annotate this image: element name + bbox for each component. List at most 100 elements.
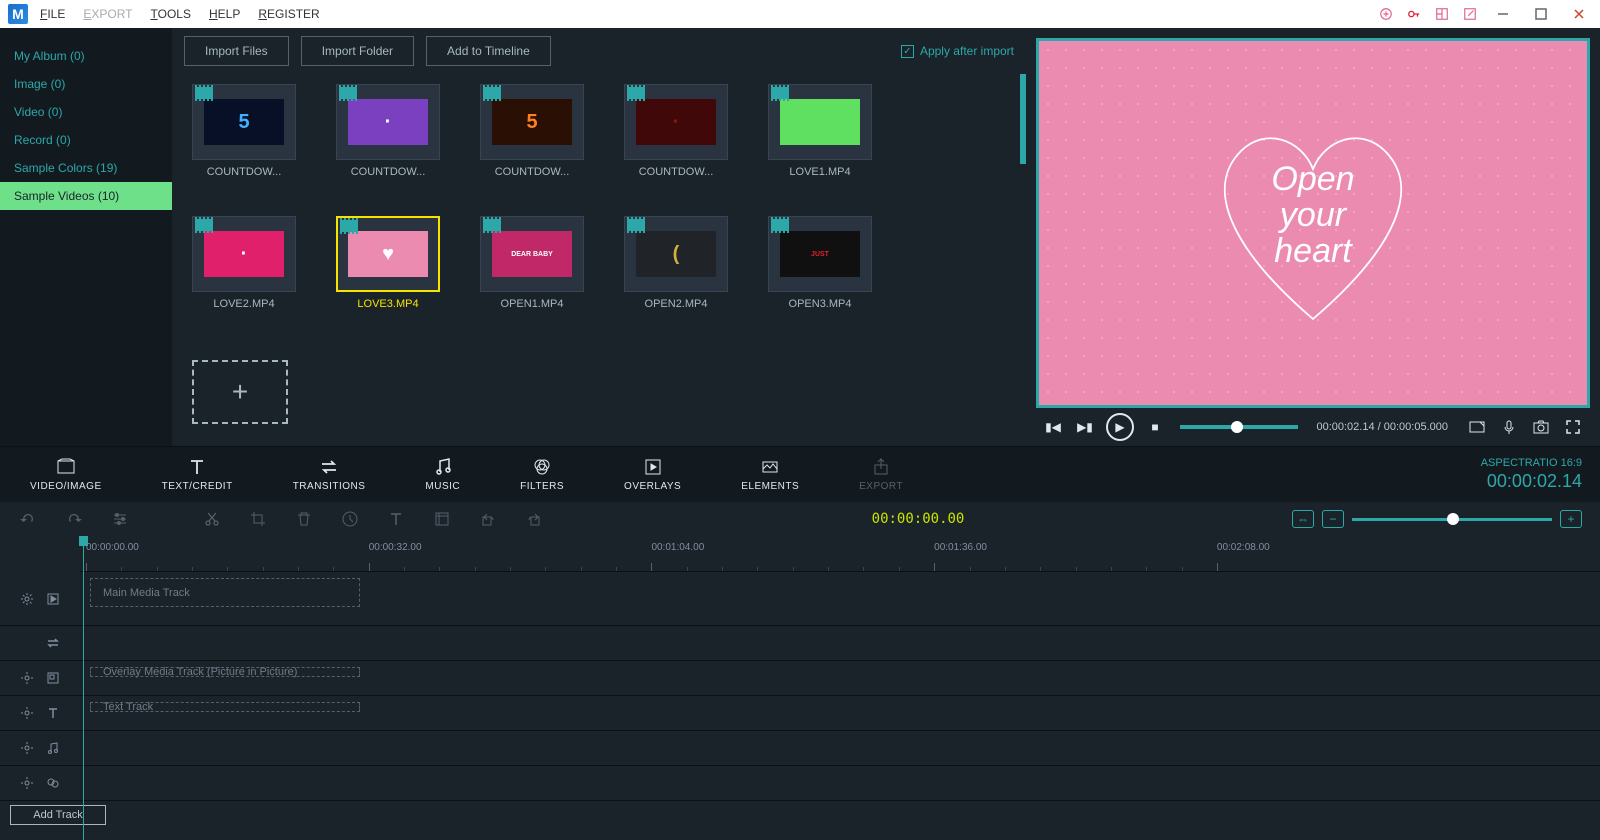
camera-icon[interactable] bbox=[1530, 416, 1552, 438]
eye-icon[interactable] bbox=[19, 740, 35, 756]
media-thumb[interactable]: ·COUNTDOW... bbox=[336, 84, 440, 178]
add-track-button[interactable]: Add Track bbox=[10, 805, 106, 825]
import-files-button[interactable]: Import Files bbox=[184, 36, 289, 66]
menu-register[interactable]: REGISTER bbox=[258, 7, 319, 21]
add-media-button[interactable]: + bbox=[192, 360, 288, 424]
media-thumb[interactable]: DEAR BABYOPEN1.MP4 bbox=[480, 216, 584, 310]
next-frame-button[interactable]: ▶▮ bbox=[1074, 416, 1096, 438]
media-thumb[interactable]: JUSTOPEN3.MP4 bbox=[768, 216, 872, 310]
apply-after-label: Apply after import bbox=[920, 44, 1014, 58]
eye-icon[interactable] bbox=[19, 775, 35, 791]
menu-tools[interactable]: TOOLS bbox=[151, 7, 191, 21]
minimize-button[interactable] bbox=[1490, 5, 1516, 23]
tab-music[interactable]: MUSIC bbox=[395, 447, 490, 503]
app-logo: M bbox=[8, 4, 28, 24]
delete-icon[interactable] bbox=[294, 509, 314, 529]
zoom-in-button[interactable]: + bbox=[1560, 510, 1582, 528]
track-type-icon bbox=[45, 670, 61, 686]
ruler-tick-label: 00:01:04.00 bbox=[651, 542, 704, 553]
film-icon bbox=[340, 220, 358, 232]
playhead[interactable] bbox=[83, 536, 84, 840]
eye-icon[interactable] bbox=[19, 705, 35, 721]
import-folder-button[interactable]: Import Folder bbox=[301, 36, 414, 66]
track-main[interactable]: Main Media Track bbox=[0, 572, 1600, 626]
rotate-right-icon[interactable] bbox=[524, 509, 544, 529]
tab-elements[interactable]: ELEMENTS bbox=[711, 447, 829, 503]
timeline-ruler[interactable]: 00:00:00.0000:00:32.0000:01:04.0000:01:3… bbox=[80, 536, 1600, 572]
media-thumb[interactable]: ♥LOVE3.MP4 bbox=[336, 216, 440, 310]
menu-file[interactable]: FILE bbox=[40, 7, 65, 21]
sidebar-item[interactable]: Video (0) bbox=[0, 98, 172, 126]
track-trans[interactable] bbox=[0, 626, 1600, 661]
snapshot-ratio-icon[interactable] bbox=[1466, 416, 1488, 438]
zoom-out-button[interactable]: − bbox=[1322, 510, 1344, 528]
maximize-button[interactable] bbox=[1528, 5, 1554, 23]
fit-zoom-button[interactable]: ⇔ bbox=[1292, 510, 1314, 528]
media-thumb[interactable]: 5COUNTDOW... bbox=[480, 84, 584, 178]
fullscreen-icon[interactable] bbox=[1562, 416, 1584, 438]
track-type-icon bbox=[45, 740, 61, 756]
film-icon bbox=[483, 219, 501, 231]
mic-icon[interactable] bbox=[1498, 416, 1520, 438]
sidebar-item[interactable]: Record (0) bbox=[0, 126, 172, 154]
playback-slider[interactable] bbox=[1180, 425, 1298, 429]
library-scrollbar[interactable] bbox=[1020, 74, 1026, 446]
track-elem[interactable] bbox=[0, 766, 1600, 801]
cut-icon[interactable] bbox=[202, 509, 222, 529]
stop-button[interactable]: ■ bbox=[1144, 416, 1166, 438]
eye-icon[interactable] bbox=[19, 670, 35, 686]
prev-frame-button[interactable]: ▮◀ bbox=[1042, 416, 1064, 438]
playback-time: 00:00:02.14 / 00:00:05.000 bbox=[1316, 421, 1448, 433]
text-icon[interactable] bbox=[386, 509, 406, 529]
frame-icon[interactable] bbox=[432, 509, 452, 529]
add-to-timeline-button[interactable]: Add to Timeline bbox=[426, 36, 551, 66]
sidebar-item[interactable]: Sample Colors (19) bbox=[0, 154, 172, 182]
media-thumb[interactable]: (OPEN2.MP4 bbox=[624, 216, 728, 310]
rotate-left-icon[interactable] bbox=[478, 509, 498, 529]
eye-icon[interactable] bbox=[19, 635, 35, 651]
tab-overlays[interactable]: OVERLAYS bbox=[594, 447, 711, 503]
media-thumb[interactable]: LOVE1.MP4 bbox=[768, 84, 872, 178]
tab-textcredit[interactable]: TEXT/CREDIT bbox=[132, 447, 263, 503]
edit-icon[interactable] bbox=[1462, 6, 1478, 22]
close-button[interactable] bbox=[1566, 5, 1592, 23]
gift-icon[interactable] bbox=[1378, 6, 1394, 22]
layout-icon[interactable] bbox=[1434, 6, 1450, 22]
tab-filters[interactable]: FILTERS bbox=[490, 447, 594, 503]
crop-icon[interactable] bbox=[248, 509, 268, 529]
tab-export: EXPORT bbox=[829, 447, 933, 503]
film-icon bbox=[195, 87, 213, 99]
redo-icon[interactable] bbox=[64, 509, 84, 529]
menu-help[interactable]: HELP bbox=[209, 7, 240, 21]
preview-panel: Open your heart ▮◀ ▶▮ ▶ ■ 00:00:02.14 / … bbox=[1026, 28, 1600, 446]
tab-videoimage[interactable]: VIDEO/IMAGE bbox=[0, 447, 132, 503]
ruler-tick-label: 00:02:08.00 bbox=[1217, 542, 1270, 553]
sidebar-item[interactable]: Sample Videos (10) bbox=[0, 182, 172, 210]
play-button[interactable]: ▶ bbox=[1106, 413, 1134, 441]
track-music[interactable] bbox=[0, 731, 1600, 766]
sidebar-item[interactable]: My Album (0) bbox=[0, 42, 172, 70]
film-icon bbox=[483, 87, 501, 99]
film-icon bbox=[771, 87, 789, 99]
film-icon bbox=[771, 219, 789, 231]
aspect-time: 00:00:02.14 bbox=[1481, 471, 1582, 492]
track-overlay[interactable]: Overlay Media Track (Picture in Picture) bbox=[0, 661, 1600, 696]
sidebar-item[interactable]: Image (0) bbox=[0, 70, 172, 98]
undo-icon[interactable] bbox=[18, 509, 38, 529]
settings-icon[interactable] bbox=[110, 509, 130, 529]
media-thumb[interactable]: ·COUNTDOW... bbox=[624, 84, 728, 178]
edit-toolbar: 00:00:00.00 ⇔ − + bbox=[0, 502, 1600, 536]
zoom-slider[interactable] bbox=[1352, 518, 1552, 521]
mode-tabs: VIDEO/IMAGETEXT/CREDITTRANSITIONSMUSICFI… bbox=[0, 446, 1600, 502]
titlebar: M FILEEXPORTTOOLSHELPREGISTER bbox=[0, 0, 1600, 28]
film-icon bbox=[627, 219, 645, 231]
eye-icon[interactable] bbox=[19, 591, 35, 607]
media-thumb[interactable]: ·LOVE2.MP4 bbox=[192, 216, 296, 310]
track-text[interactable]: Text Track bbox=[0, 696, 1600, 731]
speed-icon[interactable] bbox=[340, 509, 360, 529]
tab-transitions[interactable]: TRANSITIONS bbox=[263, 447, 396, 503]
media-thumb[interactable]: 5COUNTDOW... bbox=[192, 84, 296, 178]
key-icon[interactable] bbox=[1406, 6, 1422, 22]
preview-viewport[interactable]: Open your heart bbox=[1036, 38, 1590, 408]
apply-after-import-checkbox[interactable]: ✓ Apply after import bbox=[901, 44, 1014, 58]
